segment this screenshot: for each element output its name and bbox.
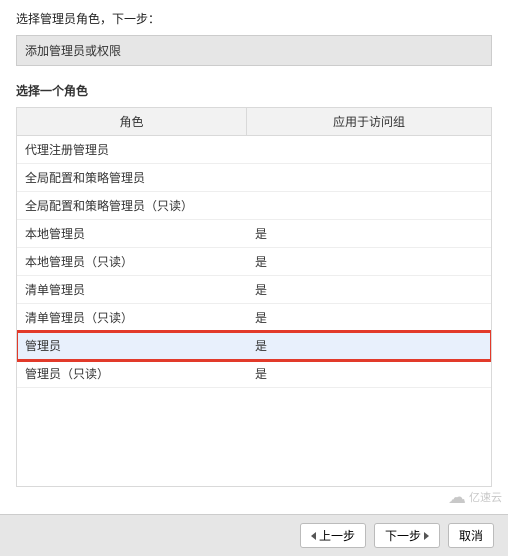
cell-role: 全局配置和策略管理员（只读）	[17, 192, 247, 219]
table-row[interactable]: 管理员是	[17, 332, 491, 360]
column-header-apply-to-group[interactable]: 应用于访问组	[247, 108, 491, 135]
table-row[interactable]: 代理注册管理员	[17, 136, 491, 164]
role-table: 角色 应用于访问组 代理注册管理员全局配置和策略管理员全局配置和策略管理员（只读…	[16, 107, 492, 487]
cloud-icon: ☁	[448, 488, 466, 506]
cell-apply-to-group: 是	[247, 304, 491, 331]
prev-button[interactable]: 上一步	[300, 523, 366, 548]
cell-role: 本地管理员（只读）	[17, 248, 247, 275]
column-header-role[interactable]: 角色	[17, 108, 247, 135]
table-row[interactable]: 全局配置和策略管理员（只读）	[17, 192, 491, 220]
next-button[interactable]: 下一步	[374, 523, 440, 548]
table-row[interactable]: 管理员（只读）是	[17, 360, 491, 388]
table-row[interactable]: 清单管理员（只读）是	[17, 304, 491, 332]
cell-apply-to-group: 是	[247, 248, 491, 275]
watermark: ☁ 亿速云	[448, 488, 502, 506]
cell-role: 全局配置和策略管理员	[17, 164, 247, 191]
cell-role: 清单管理员（只读）	[17, 304, 247, 331]
cell-role: 本地管理员	[17, 220, 247, 247]
cancel-button-label: 取消	[459, 527, 483, 544]
table-row[interactable]: 本地管理员是	[17, 220, 491, 248]
wizard-footer: 上一步 下一步 取消	[0, 514, 508, 556]
step-bar: 添加管理员或权限	[16, 35, 492, 66]
table-row[interactable]: 本地管理员（只读）是	[17, 248, 491, 276]
table-header-row: 角色 应用于访问组	[17, 108, 491, 136]
table-body: 代理注册管理员全局配置和策略管理员全局配置和策略管理员（只读）本地管理员是本地管…	[17, 136, 491, 388]
cell-apply-to-group: 是	[247, 276, 491, 303]
cell-role: 管理员	[17, 332, 247, 359]
cell-apply-to-group	[247, 136, 491, 163]
table-row[interactable]: 清单管理员是	[17, 276, 491, 304]
cancel-button[interactable]: 取消	[448, 523, 494, 548]
watermark-text: 亿速云	[469, 489, 502, 505]
cell-apply-to-group: 是	[247, 332, 491, 359]
cell-role: 代理注册管理员	[17, 136, 247, 163]
table-row[interactable]: 全局配置和策略管理员	[17, 164, 491, 192]
cell-apply-to-group	[247, 164, 491, 191]
cell-apply-to-group: 是	[247, 360, 491, 387]
chevron-right-icon	[424, 532, 429, 540]
cell-role: 管理员（只读）	[17, 360, 247, 387]
page-title: 选择管理员角色，下一步：	[0, 0, 508, 35]
prev-button-label: 上一步	[319, 527, 355, 544]
chevron-left-icon	[311, 532, 316, 540]
cell-role: 清单管理员	[17, 276, 247, 303]
next-button-label: 下一步	[385, 527, 421, 544]
cell-apply-to-group: 是	[247, 220, 491, 247]
cell-apply-to-group	[247, 192, 491, 219]
select-role-label: 选择一个角色	[0, 66, 508, 107]
